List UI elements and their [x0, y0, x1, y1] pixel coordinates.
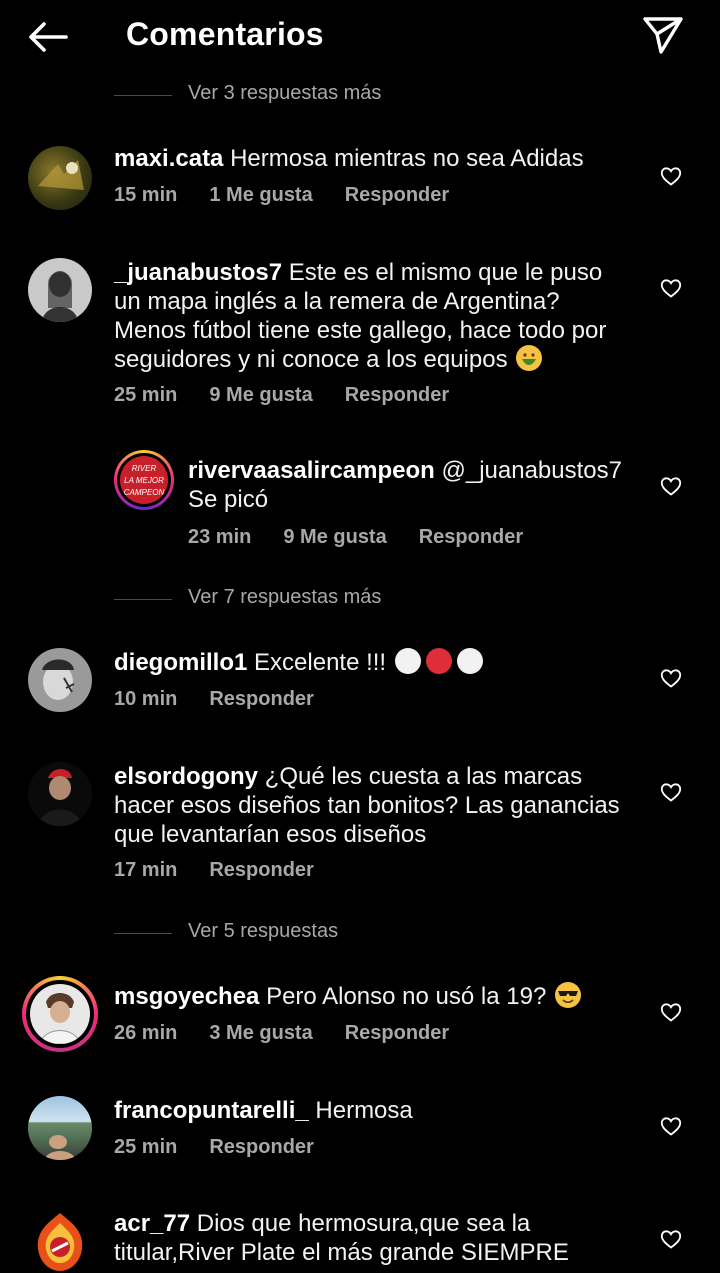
reply-button[interactable]: Responder: [209, 688, 313, 710]
red-circle-icon: [425, 648, 452, 674]
reply-button[interactable]: Responder: [209, 1136, 313, 1158]
comment-text: francopuntarelli_ Hermosa: [114, 1096, 634, 1125]
comment-text: diegomillo1 Excelente !!!: [114, 648, 634, 677]
svg-text:RIVER: RIVER: [132, 464, 157, 473]
comment-likes[interactable]: 3 Me gusta: [209, 1022, 312, 1044]
comment-body: Se picó: [188, 486, 269, 513]
avatar[interactable]: [28, 1209, 92, 1273]
comment-likes[interactable]: 1 Me gusta: [209, 184, 312, 206]
nauseated-face-icon: [516, 345, 543, 371]
view-more-replies[interactable]: Ver 7 respuestas más: [0, 584, 720, 614]
comment-body: Hermosa mientras no sea Adidas: [230, 145, 584, 172]
divider-line: [114, 933, 172, 934]
comment-text: msgoyechea Pero Alonso no usó la 19?: [114, 982, 634, 1011]
paper-plane-icon: [643, 17, 683, 54]
comment-username[interactable]: _juanabustos7: [114, 259, 282, 286]
reply-button[interactable]: Responder: [345, 184, 449, 206]
comment-text: maxi.cata Hermosa mientras no sea Adidas: [114, 144, 634, 173]
comment-username[interactable]: maxi.cata: [114, 145, 223, 172]
comment-body: Pero Alonso no usó la 19?: [266, 983, 547, 1010]
comment-time: 23 min: [188, 526, 252, 548]
comment-username[interactable]: elsordogony: [114, 763, 258, 790]
like-heart-icon[interactable]: [659, 1000, 683, 1024]
comment-time: 10 min: [114, 688, 178, 710]
comment-username[interactable]: acr_77: [114, 1210, 190, 1237]
comment-likes[interactable]: 9 Me gusta: [209, 384, 312, 406]
divider-line: [114, 95, 172, 96]
avatar[interactable]: [28, 146, 92, 210]
view-more-replies-label: Ver 5 respuestas: [188, 920, 339, 942]
view-more-replies[interactable]: Ver 3 respuestas más: [0, 80, 720, 110]
like-heart-icon[interactable]: [659, 276, 683, 300]
view-more-replies-label: Ver 3 respuestas más: [188, 82, 382, 104]
avatar[interactable]: [28, 258, 92, 322]
like-heart-icon[interactable]: [659, 164, 683, 188]
like-heart-icon[interactable]: [659, 1227, 683, 1251]
comment-meta: 26 min 3 Me gusta Responder: [114, 1022, 481, 1045]
reply-button[interactable]: Responder: [419, 526, 523, 548]
like-heart-icon[interactable]: [659, 474, 683, 498]
comment-likes[interactable]: 9 Me gusta: [283, 526, 386, 548]
avatar[interactable]: [28, 648, 92, 712]
comment-text: acr_77 Dios que hermosura,que sea la tit…: [114, 1209, 634, 1267]
white-circle-icon: [456, 648, 483, 674]
comment-time: 25 min: [114, 1136, 178, 1158]
comment-username[interactable]: francopuntarelli_: [114, 1097, 309, 1124]
comment-body: Excelente !!!: [254, 649, 387, 676]
comment-meta: 25 min 9 Me gusta Responder: [114, 384, 481, 407]
comment-time: 15 min: [114, 184, 178, 206]
share-button[interactable]: [640, 12, 686, 58]
comment-time: 17 min: [114, 859, 178, 881]
sunglasses-face-icon: [554, 982, 581, 1008]
avatar[interactable]: [28, 1096, 92, 1160]
river-logo: RIVER LA MEJOR CAMPEON: [124, 464, 165, 497]
comment-time: 26 min: [114, 1022, 178, 1044]
reply-button[interactable]: Responder: [345, 1022, 449, 1044]
avatar[interactable]: [22, 976, 98, 1052]
comment-text: rivervaasalircampeon @_juanabustos7 Se p…: [188, 456, 638, 514]
white-circle-icon: [394, 648, 421, 674]
arrow-left-icon: [29, 22, 68, 52]
comment-meta: 23 min 9 Me gusta Responder: [188, 526, 555, 549]
comment-username[interactable]: rivervaasalircampeon: [188, 457, 435, 484]
svg-text:CAMPEON: CAMPEON: [124, 488, 165, 497]
like-heart-icon[interactable]: [659, 666, 683, 690]
back-button[interactable]: [24, 14, 74, 60]
comment-username[interactable]: diegomillo1: [114, 649, 247, 676]
top-bar: Comentarios: [0, 0, 720, 72]
like-heart-icon[interactable]: [659, 1114, 683, 1138]
divider-line: [114, 599, 172, 600]
comment-meta: 25 min Responder: [114, 1136, 346, 1159]
comment-meta: 15 min 1 Me gusta Responder: [114, 184, 481, 207]
comment-mention[interactable]: @_juanabustos7: [442, 457, 623, 484]
view-more-replies-label: Ver 7 respuestas más: [188, 586, 382, 608]
comment-meta: 17 min Responder: [114, 859, 346, 882]
reply-button[interactable]: Responder: [209, 859, 313, 881]
svg-text:LA MEJOR: LA MEJOR: [124, 476, 164, 485]
comment-username[interactable]: msgoyechea: [114, 983, 259, 1010]
avatar[interactable]: [28, 762, 92, 826]
avatar[interactable]: RIVER LA MEJOR CAMPEON: [114, 450, 174, 510]
like-heart-icon[interactable]: [659, 780, 683, 804]
comment-text: _juanabustos7 Este es el mismo que le pu…: [114, 258, 634, 374]
comment-body: Hermosa: [315, 1097, 413, 1124]
comment-text: elsordogony ¿Qué les cuesta a las marcas…: [114, 762, 634, 849]
reply-button[interactable]: Responder: [345, 384, 449, 406]
comment-meta: 10 min Responder: [114, 688, 346, 711]
comment-time: 25 min: [114, 384, 178, 406]
page-title: Comentarios: [126, 16, 324, 52]
view-more-replies[interactable]: Ver 5 respuestas: [0, 918, 720, 948]
